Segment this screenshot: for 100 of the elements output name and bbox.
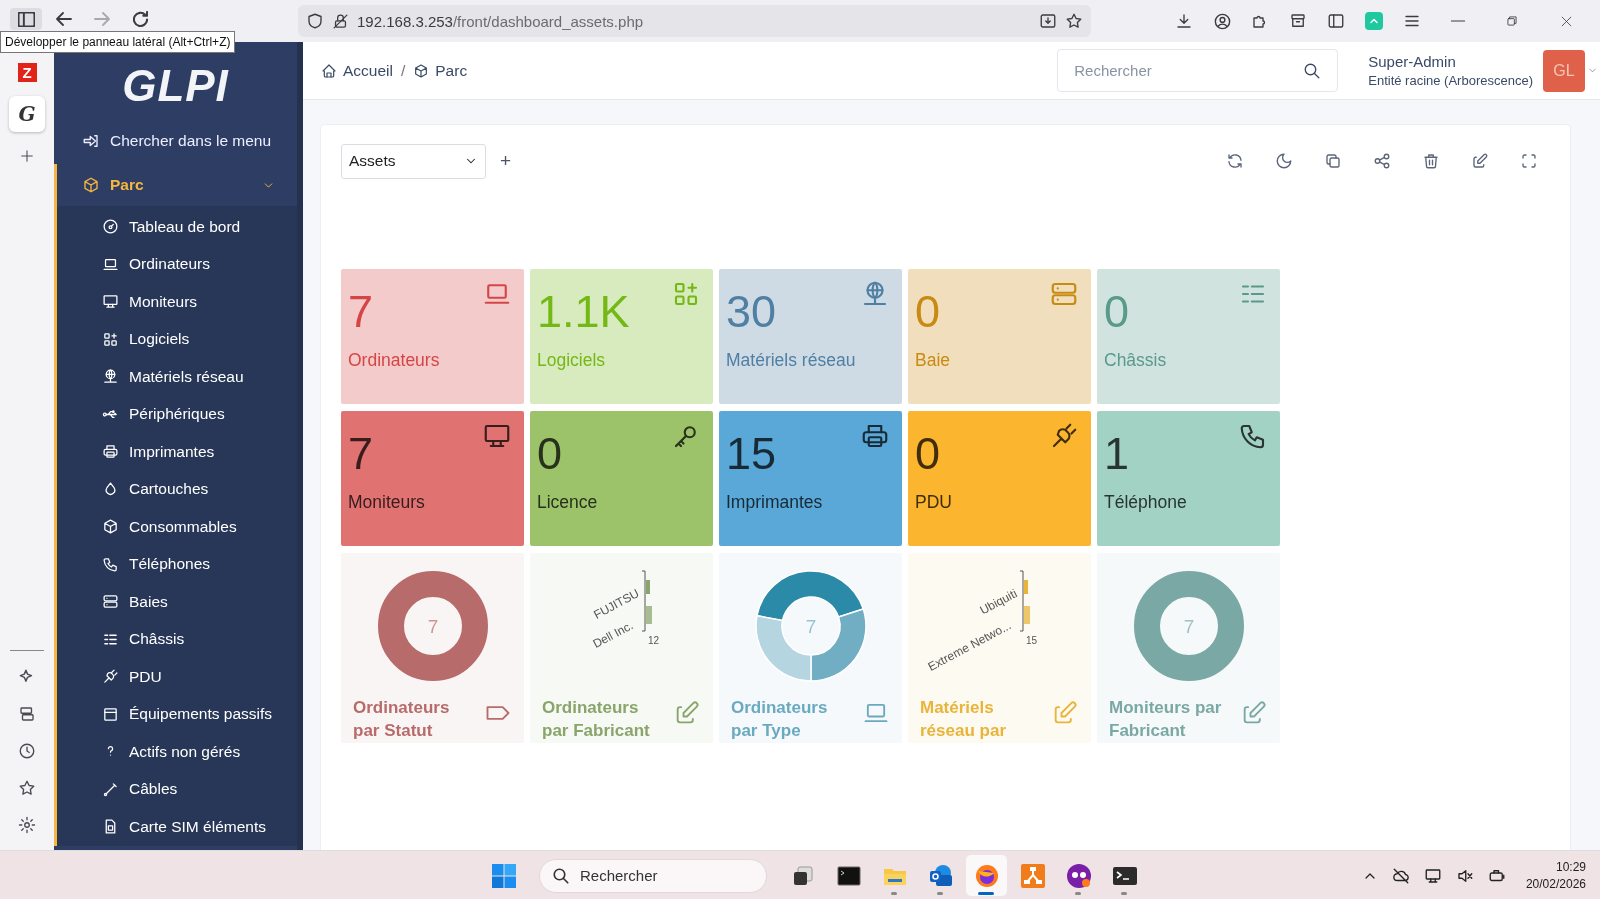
sidebar-item[interactable]: Imprimantes [57,433,297,471]
count-value: 1 [1104,431,1130,476]
card-label: Licence [537,492,599,513]
stat-card[interactable]: 0 Licence [530,411,713,546]
moon-icon [1275,152,1293,170]
cube-icon [102,518,119,536]
sidebar-item[interactable]: Châssis [57,620,297,658]
card-label: PDU [915,492,953,513]
sidebar-icon [1327,12,1345,30]
apps-icon [102,330,119,348]
save-page-icon[interactable] [1039,12,1057,30]
date-text: 20/02/2026 [1525,877,1586,891]
terminal-icon [1111,864,1138,887]
network-app-icon [1019,862,1046,889]
droplet-icon [102,480,119,498]
sidebar-section[interactable]: Parc [57,164,297,206]
sidebar-item[interactable]: Téléphones [57,545,297,583]
edit-button[interactable] [1471,152,1489,170]
sidebar-item[interactable]: Tableau de bord [57,208,297,246]
breadcrumb-link[interactable]: Parc [413,61,468,80]
time-text: 10:29 [1555,860,1586,874]
sidebar-item[interactable]: Actifs non gérés [57,733,297,771]
sidebar-item[interactable]: Périphériques [57,395,297,433]
sidebar-item[interactable]: Consommables [57,508,297,546]
refresh-button[interactable] [1226,152,1244,170]
search-icon [1303,61,1322,80]
sidebar-item[interactable]: PDU [57,658,297,696]
sidebar-item[interactable]: Carte SIM éléments [57,808,297,846]
refresh-icon [1226,152,1244,170]
sidebar-item[interactable]: Moniteurs [57,283,297,321]
phone-icon [102,555,119,573]
sidebar-item[interactable]: Logiciels [57,320,297,358]
sidebar-item[interactable]: Équipements passifs [57,695,297,733]
clock[interactable]: 10:29 20/02/2026 [1525,860,1586,891]
address-bar[interactable]: 192.168.3.253/front/dashboard_assets.php [298,5,1091,37]
entity-name: Entité racine (Arborescence) [1368,73,1533,88]
count-value: 0 [1104,289,1130,334]
sidebar-item[interactable]: Cartouches [57,470,297,508]
stat-card[interactable]: 15 Imprimantes [719,411,902,546]
tab-button[interactable]: G [9,96,45,132]
taskbar-search-field[interactable]: Rechercher [539,858,767,893]
printer-icon [102,443,119,461]
monitor-icon[interactable] [1423,866,1442,885]
clone-button[interactable] [1324,152,1342,170]
arrow-icon [82,132,100,150]
sidebar-item[interactable]: Ordinateurs [57,245,297,283]
stat-card[interactable]: 1 Téléphone [1097,411,1280,546]
mail-app-icon [927,862,954,889]
chart-title: Ordinateurs par Statut [353,697,451,742]
forward-arrow-icon [94,12,110,26]
search-icon [552,866,570,885]
sidebar-toggle-button[interactable] [10,8,42,30]
breadcrumb-separator: / [400,61,406,80]
taskbar-app-button[interactable] [966,855,1007,896]
chart-title: Ordinateurs par Fabricant [542,697,651,742]
sidebar-item[interactable]: Câbles [57,770,297,808]
back-arrow-icon [56,12,72,26]
menu-search-button[interactable]: Chercher dans le menu [54,122,297,160]
chart-title: Moniteurs par Fabricant [1109,697,1223,742]
cloud-off-icon[interactable] [1391,866,1410,885]
card-label: Moniteurs [348,492,426,513]
delete-button[interactable] [1422,152,1440,170]
count-value: 7 [348,431,374,476]
browser-icon [973,862,1000,889]
sidebar-icon [17,11,35,27]
cube-icon [413,62,430,79]
dark-mode-button[interactable] [1275,152,1293,170]
chart-center-value: 7 [805,616,816,637]
copy-icon [1324,152,1342,170]
breadcrumb-link[interactable]: Accueil [321,61,393,80]
card-label: Téléphone [1104,492,1188,513]
windows-icon [491,862,517,889]
stat-card[interactable]: 0 PDU [908,411,1091,546]
sidebar-item[interactable]: Baies [57,583,297,621]
fullscreen-button[interactable] [1520,152,1538,170]
cube-icon [82,176,100,194]
sidebar-item[interactable]: Matériels réseau [57,358,297,396]
globe-icon [102,368,119,386]
count-value: 1.1K [537,289,630,334]
card-label: Matériels réseau [726,350,857,371]
add-dashboard-button[interactable]: + [500,150,512,172]
share-button[interactable] [1373,152,1391,170]
account-icon [1212,11,1232,31]
chart-title: Matériels réseau par [920,697,1007,742]
chart-title: Ordinateurs par Type [731,697,829,742]
monitor-icon [102,293,119,311]
share-icon [1373,152,1391,170]
bookmark-star-icon[interactable] [1065,12,1083,30]
download-icon [1175,12,1193,30]
tooltip: Développer le panneau latéral (Alt+Ctrl+Z) [0,31,236,53]
count-value: 30 [726,289,777,334]
card-label: Logiciels [537,350,607,371]
reload-icon [132,11,148,27]
edit-icon [1471,152,1489,170]
gauge-icon [102,218,119,236]
dashboard-select[interactable]: Assets [341,143,486,179]
tab-button[interactable]: Z [9,54,45,90]
glpi-logo: GLPI [122,64,229,108]
count-value: 7 [348,289,374,334]
stat-card[interactable]: 7 Moniteurs [341,411,524,546]
